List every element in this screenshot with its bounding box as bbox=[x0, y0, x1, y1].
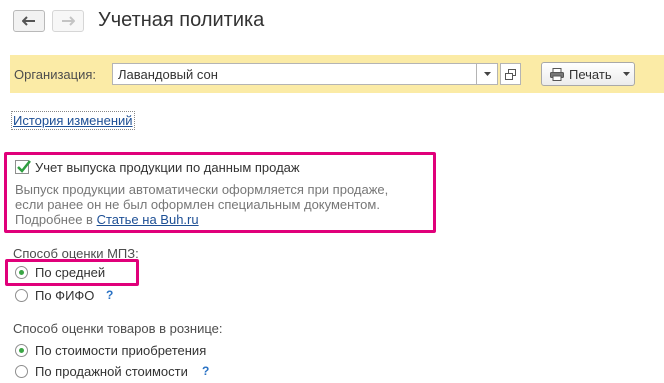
fifo-help-icon[interactable]: ? bbox=[106, 288, 113, 302]
radio-average-label: По средней bbox=[35, 265, 106, 280]
production-by-sales-checkbox[interactable] bbox=[15, 160, 31, 174]
buh-article-link[interactable]: Статье на Buh.ru bbox=[97, 212, 199, 227]
organization-dropdown-button[interactable] bbox=[477, 63, 498, 85]
print-button[interactable]: Печать bbox=[541, 62, 635, 86]
chevron-down-icon bbox=[622, 72, 630, 76]
print-label: Печать bbox=[569, 66, 612, 82]
hint-line-2: если ранее он не был оформлен специальны… bbox=[15, 197, 380, 212]
radio-purchase-cost[interactable] bbox=[15, 344, 28, 357]
hint-more: Подробнее в Статье на Buh.ru bbox=[15, 212, 199, 227]
organization-open-button[interactable] bbox=[500, 63, 521, 85]
hint-line-1: Выпуск продукции автоматически оформляет… bbox=[15, 182, 389, 197]
history-link[interactable]: История изменений bbox=[11, 111, 135, 130]
open-window-icon bbox=[505, 68, 516, 80]
arrow-left-icon bbox=[22, 16, 35, 26]
radio-sale-price-label: По продажной стоимости bbox=[35, 364, 188, 379]
checkmark-icon bbox=[17, 160, 31, 173]
forward-button[interactable] bbox=[52, 10, 84, 32]
radio-purchase-cost-label: По стоимости приобретения bbox=[35, 343, 207, 358]
radio-fifo-label: По ФИФО bbox=[35, 288, 95, 303]
retail-valuation-label: Способ оценки товаров в рознице: bbox=[13, 321, 223, 336]
printer-icon bbox=[550, 67, 564, 81]
sale-price-help-icon[interactable]: ? bbox=[202, 364, 209, 378]
back-button[interactable] bbox=[13, 10, 45, 32]
page-title: Учетная политика bbox=[98, 9, 265, 31]
radio-fifo[interactable] bbox=[15, 289, 28, 302]
organization-field[interactable]: Лавандовый сон bbox=[112, 63, 477, 85]
organization-label: Организация: bbox=[14, 67, 97, 82]
chevron-down-icon bbox=[483, 72, 491, 76]
production-by-sales-label: Учет выпуска продукции по данным продаж bbox=[35, 160, 300, 175]
radio-average[interactable] bbox=[15, 266, 28, 279]
hint-more-prefix: Подробнее в bbox=[15, 212, 97, 227]
arrow-right-icon bbox=[62, 16, 75, 26]
radio-sale-price[interactable] bbox=[15, 365, 28, 378]
